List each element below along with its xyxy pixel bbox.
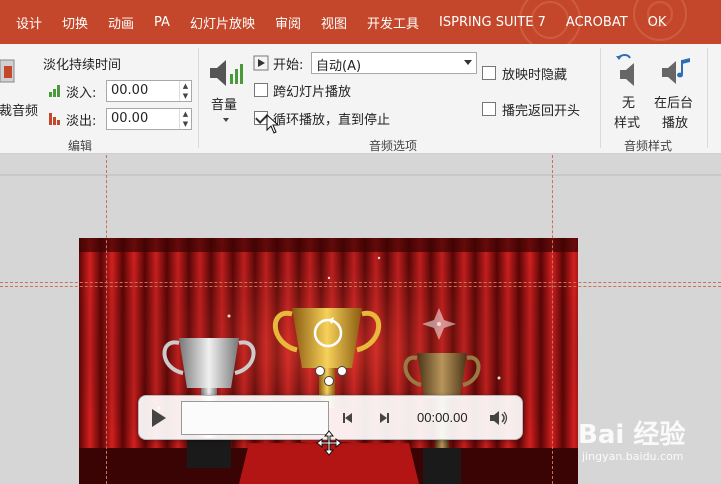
watermark-url: jingyan.baidu.com — [582, 450, 684, 463]
resize-handle[interactable] — [337, 366, 347, 376]
loop-label: 循环播放，直到停止 — [273, 113, 391, 128]
no-style-label-2: 样式 — [614, 116, 641, 131]
cross-slides-checkbox[interactable] — [254, 83, 268, 97]
rewind-checkbox[interactable] — [482, 102, 496, 116]
no-style-button[interactable]: 无 样式 — [606, 50, 650, 134]
canvas-shadow-line — [0, 174, 721, 176]
background-music-icon — [662, 58, 690, 84]
rewind-label: 播完返回开头 — [502, 104, 581, 119]
start-play-icon — [253, 55, 269, 71]
volume-label: 音量 — [211, 98, 238, 113]
play-in-background-button[interactable]: 在后台 播放 — [652, 50, 700, 134]
horizontal-guide[interactable] — [0, 282, 721, 283]
ribbon-tab-bar: 设计 切换 动画 PA 幻灯片放映 审阅 视图 开发工具 ISPRING SUI… — [0, 0, 721, 44]
group-separator — [707, 48, 708, 148]
volume-dropdown-caret — [223, 118, 229, 122]
group-separator — [198, 48, 199, 148]
vertical-guide[interactable] — [106, 155, 107, 484]
fast-forward-icon[interactable] — [377, 411, 391, 425]
fade-out-spinner[interactable]: 00.00 ▲ ▼ — [106, 108, 192, 130]
tab-developer[interactable]: 开发工具 — [357, 13, 429, 32]
fade-in-value: 00.00 — [111, 83, 149, 98]
rewind-icon[interactable] — [341, 411, 355, 425]
fade-out-label: 淡出: — [66, 114, 97, 129]
speaker-volume-icon — [210, 60, 243, 86]
start-label: 开始: — [273, 58, 304, 73]
hide-during-show-checkbox[interactable] — [482, 66, 496, 80]
group-separator — [600, 48, 601, 148]
vertical-guide[interactable] — [552, 155, 553, 484]
start-mode-select[interactable]: 自动(A) — [311, 52, 477, 74]
trim-audio-icon — [0, 59, 15, 83]
fade-out-value: 00.00 — [111, 111, 149, 126]
fade-out-icon — [49, 113, 60, 125]
fade-duration-title: 淡化持续时间 — [43, 58, 122, 73]
tab-transitions[interactable]: 切换 — [52, 13, 98, 32]
tab-list: 设计 切换 动画 PA 幻灯片放映 审阅 视图 开发工具 ISPRING SUI… — [0, 0, 676, 44]
tab-review[interactable]: 审阅 — [265, 13, 311, 32]
background-play-label-2: 播放 — [662, 116, 689, 131]
move-cursor-icon — [316, 430, 342, 456]
no-style-label-1: 无 — [622, 96, 636, 111]
fade-in-icon — [49, 85, 60, 97]
tab-animations[interactable]: 动画 — [98, 13, 144, 32]
hide-during-show-label: 放映时隐藏 — [502, 68, 568, 83]
playback-time: 00:00.00 — [417, 410, 468, 425]
fade-out-spin-arrows[interactable]: ▲ ▼ — [179, 109, 191, 129]
resize-handle[interactable] — [324, 376, 334, 386]
baidu-watermark: Bai 经验 jingyan.baidu.com — [578, 414, 718, 474]
reset-speaker-icon — [616, 54, 634, 86]
tab-ok[interactable]: OK — [638, 15, 677, 30]
start-mode-value: 自动(A) — [316, 59, 362, 74]
audio-object[interactable] — [310, 315, 346, 351]
trim-audio-button[interactable]: 剪裁音频 — [0, 50, 38, 120]
tab-acrobat[interactable]: ACROBAT — [556, 15, 638, 30]
tab-slideshow[interactable]: 幻灯片放映 — [180, 13, 265, 32]
chevron-down-icon — [464, 60, 472, 65]
resize-handle[interactable] — [315, 366, 325, 376]
watermark-brand: Bai 经验 — [578, 420, 686, 450]
tab-design[interactable]: 设计 — [0, 13, 52, 32]
fade-in-label: 淡入: — [66, 86, 97, 101]
audio-styles-group-label: 音频样式 — [624, 139, 673, 153]
play-icon[interactable] — [149, 407, 169, 429]
audio-options-group-label: 音频选项 — [369, 139, 418, 153]
cross-slides-label: 跨幻灯片播放 — [273, 85, 352, 100]
ribbon-panel: 剪裁音频 淡化持续时间 淡入: 00.00 ▲▼ 淡出: 00.00 ▲▼ 编辑 — [0, 44, 721, 154]
fade-in-spin-arrows[interactable]: ▲ ▼ — [179, 81, 191, 101]
fade-in-spinner[interactable]: 00.00 ▲ ▼ — [106, 80, 192, 102]
progress-track[interactable] — [181, 401, 329, 435]
audio-rotate-icon — [313, 317, 343, 348]
edit-group-label: 编辑 — [68, 139, 93, 153]
tab-ispring[interactable]: ISPRING SUITE 7 — [429, 15, 556, 30]
trim-audio-label: 剪裁音频 — [0, 104, 38, 119]
tab-pa[interactable]: PA — [144, 15, 180, 30]
powerpoint-window: 设计 切换 动画 PA 幻灯片放映 审阅 视图 开发工具 ISPRING SUI… — [0, 0, 721, 484]
horizontal-guide[interactable] — [0, 286, 721, 287]
mouse-pointer-icon — [266, 114, 280, 134]
volume-button[interactable]: 音量 — [205, 52, 247, 132]
volume-icon[interactable] — [489, 410, 509, 426]
tab-view[interactable]: 视图 — [311, 13, 357, 32]
background-play-label-1: 在后台 — [654, 96, 694, 111]
